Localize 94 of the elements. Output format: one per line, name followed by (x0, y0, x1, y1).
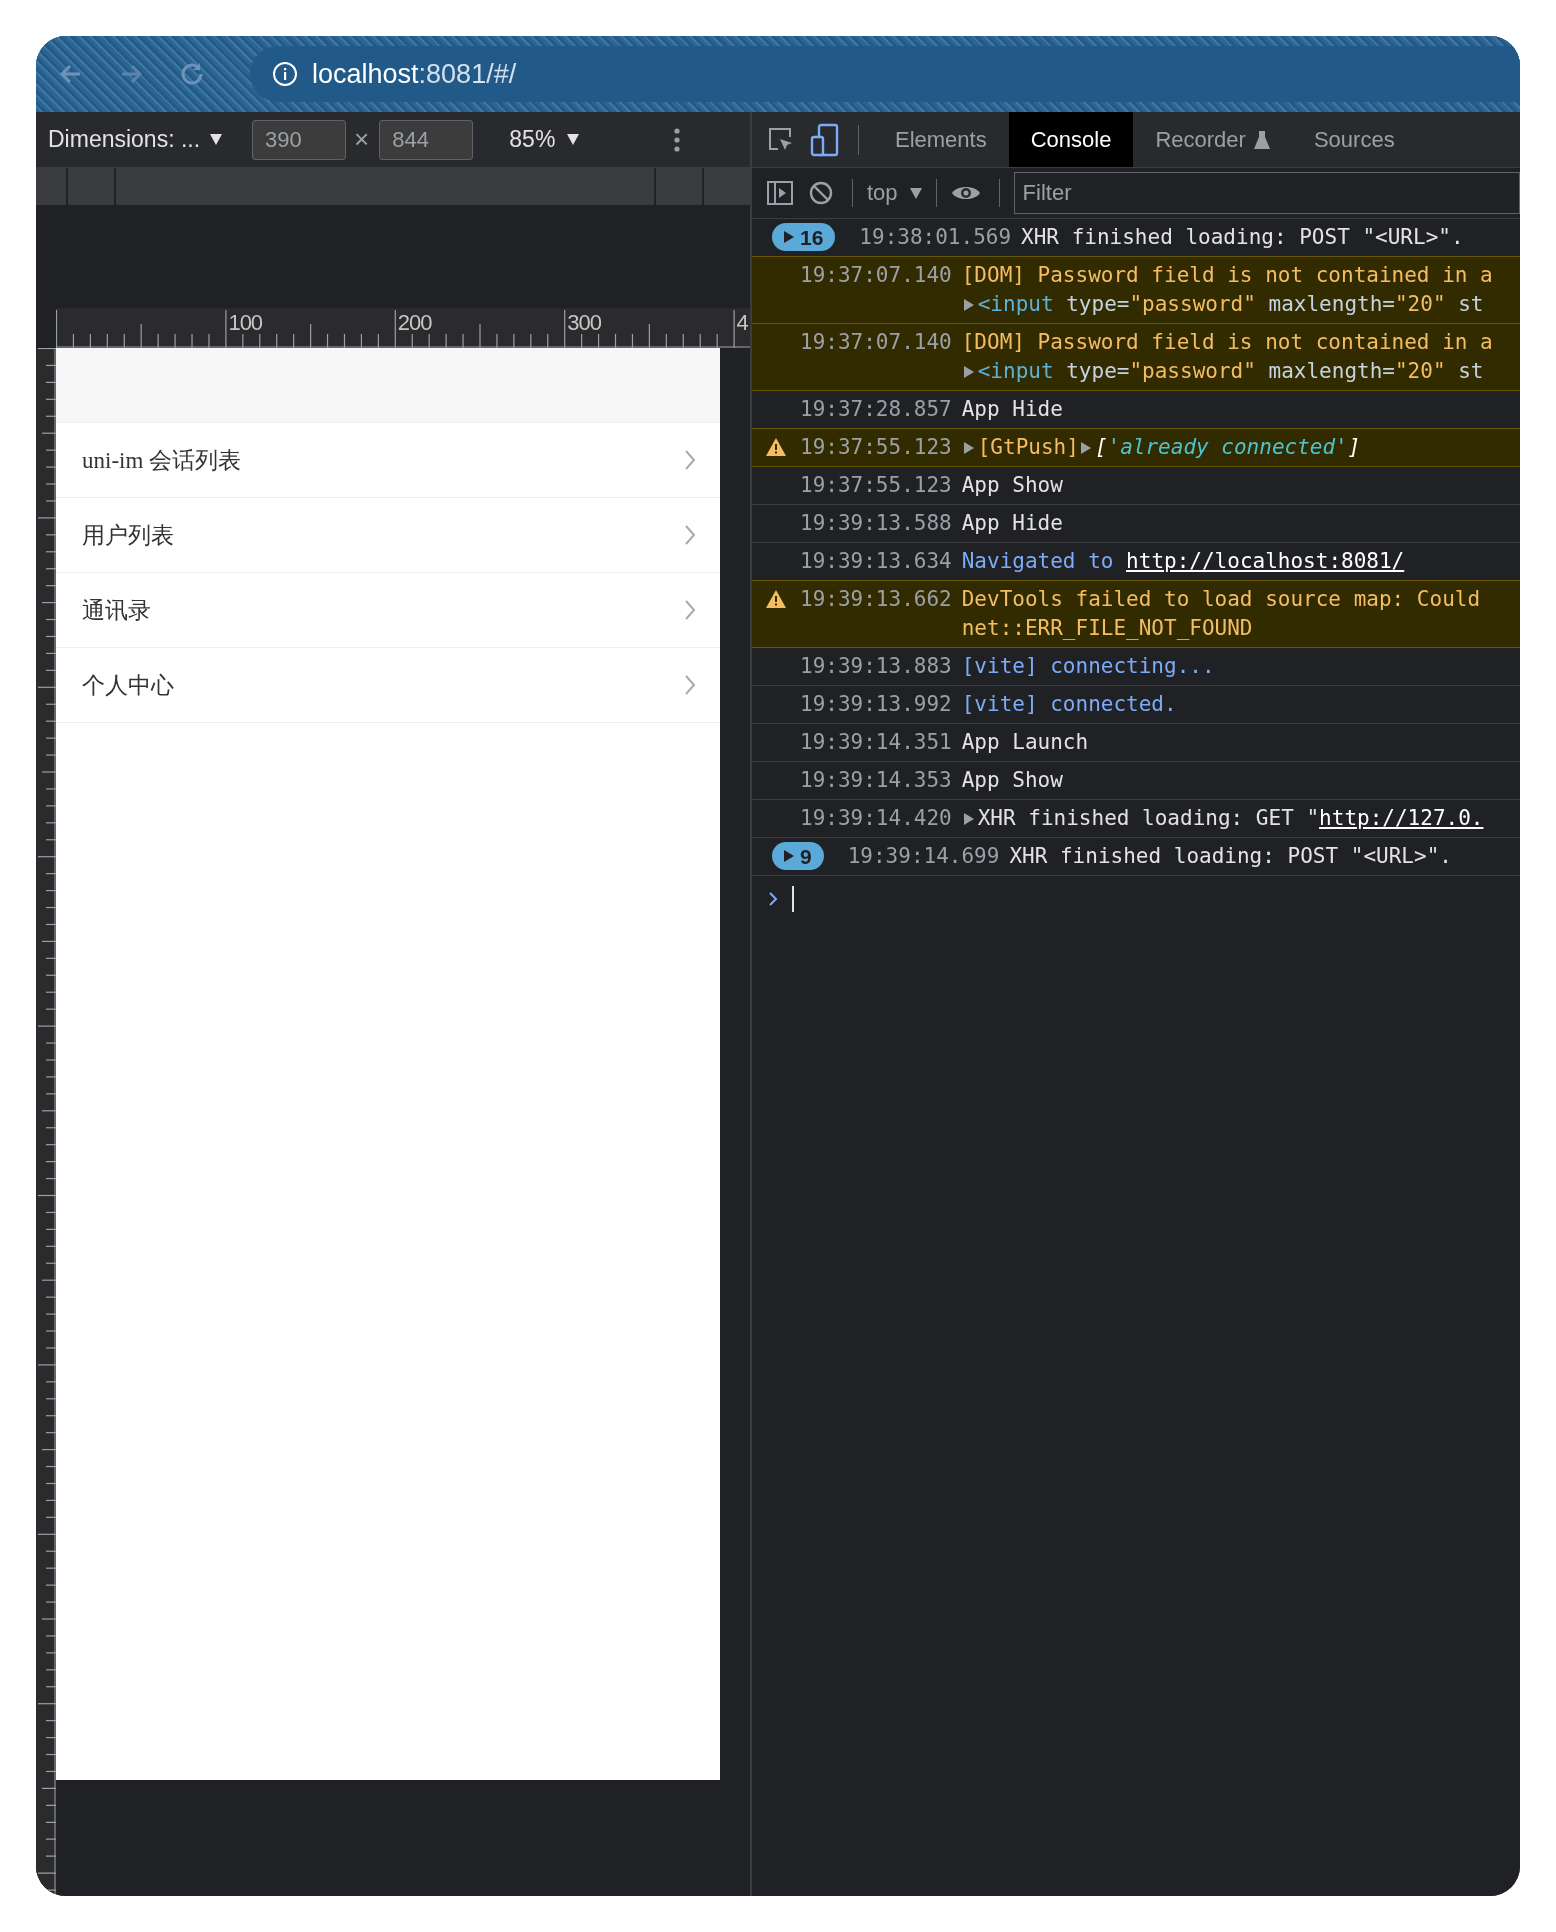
timestamp: 19:39:13.634 (800, 548, 952, 575)
timestamp: 19:39:13.588 (800, 510, 952, 537)
height-field[interactable]: 844 (379, 119, 474, 160)
width-field[interactable]: 390 (252, 119, 347, 160)
timestamp: 19:39:14.699 (847, 843, 1000, 870)
devtools-tab[interactable]: Recorder (1133, 112, 1292, 167)
attribute-text: maxlength= (1267, 291, 1395, 318)
ruler-label: 4 (736, 310, 748, 336)
attribute-text: type= (1065, 291, 1130, 318)
attribute-text: st (1457, 291, 1484, 318)
log-text: App Hide (961, 396, 1063, 423)
warning-text: net::ERR_FILE_NOT_FOUND (961, 615, 1253, 642)
chevron-right-icon (684, 674, 696, 696)
html-tag-text: <input (977, 291, 1054, 318)
context-dropdown[interactable]: top (867, 180, 922, 206)
expand-arrow-icon[interactable] (1080, 441, 1091, 454)
menu-item-label: 通讯录 (82, 596, 151, 625)
timestamp: 19:39:14.351 (800, 729, 952, 756)
log-text: Navigated to (961, 548, 1115, 575)
attribute-text: maxlength= (1267, 358, 1395, 385)
url-link[interactable]: http://127.0. (1319, 804, 1484, 833)
timestamp: 19:37:28.857 (800, 396, 952, 423)
ruler-label: 300 (567, 310, 601, 336)
log-text: App Show (961, 767, 1063, 794)
repeat-count-badge[interactable]: 9 (772, 842, 824, 870)
log-text: XHR finished loading: POST "<URL>". (1021, 224, 1464, 251)
url-link[interactable]: http://localhost:8081/ (1126, 547, 1405, 576)
dimensions-dropdown[interactable]: Dimensions: ... (48, 126, 223, 153)
more-options-icon[interactable] (673, 126, 682, 153)
timestamp: 19:38:01.569 (859, 224, 1012, 251)
devtools-tab[interactable]: Elements (873, 112, 1009, 167)
warning-text: [GtPush] (977, 434, 1079, 461)
timestamp: 19:37:07.140 (800, 262, 952, 289)
flask-icon (1253, 129, 1270, 150)
log-text: [vite] connected. (961, 691, 1177, 718)
timestamp: 19:37:55.123 (800, 472, 952, 499)
url-text: localhost (312, 58, 419, 90)
prompt-icon (768, 891, 778, 907)
timestamp: 19:37:55.123 (800, 434, 952, 461)
devtools-tab[interactable]: Console (1008, 112, 1134, 167)
attribute-value: "20" (1394, 291, 1446, 318)
menu-list-item[interactable]: 用户列表 (56, 498, 720, 573)
attribute-value: "password" (1129, 358, 1256, 385)
ruler-label: 200 (397, 310, 432, 336)
chevron-right-icon (684, 524, 696, 546)
expand-arrow-icon[interactable] (963, 441, 974, 454)
ruler-label: 100 (228, 310, 263, 336)
expand-arrow-icon[interactable] (963, 298, 974, 311)
expand-arrow-icon[interactable] (963, 812, 974, 825)
menu-list-item[interactable]: 通讯录 (56, 573, 720, 648)
log-text: XHR finished loading: POST "<URL>". (1009, 843, 1452, 870)
log-text: App Launch (961, 729, 1089, 756)
menu-list-item[interactable]: uni-im 会话列表 (56, 423, 720, 498)
menu-item-label: uni-im 会话列表 (82, 446, 242, 475)
attribute-text: st (1457, 358, 1484, 385)
log-text: App Show (961, 472, 1063, 499)
bracket-text: [ (1094, 434, 1108, 461)
bracket-text: ] (1347, 434, 1361, 461)
log-text: [vite] connecting... (961, 653, 1215, 680)
timestamp: 19:39:13.883 (800, 653, 952, 680)
html-tag-text: <input (977, 358, 1054, 385)
menu-list-item[interactable]: 个人中心 (56, 648, 720, 723)
warning-text: [DOM] Password field is not contained in a (961, 262, 1493, 289)
timestamp: 19:39:14.353 (800, 767, 952, 794)
warning-icon (766, 438, 786, 456)
device-toggle-icon[interactable] (810, 122, 840, 157)
log-text: XHR finished loading: GET " (977, 805, 1320, 832)
timestamp: 19:37:07.140 (800, 329, 952, 356)
timestamp: 19:39:14.420 (800, 805, 952, 832)
clear-console-icon[interactable] (808, 180, 834, 206)
address-bar[interactable]: localhost:8081/#/ (250, 46, 1520, 102)
log-text: App Hide (961, 510, 1063, 537)
expand-arrow-icon[interactable] (963, 365, 974, 378)
menu-item-label: 个人中心 (82, 671, 174, 700)
chevron-right-icon (684, 599, 696, 621)
attribute-text: type= (1065, 358, 1130, 385)
devtools-tab[interactable]: Sources (1291, 112, 1417, 167)
warning-text: [DOM] Password field is not contained in a (961, 329, 1493, 356)
sidebar-toggle-icon[interactable] (766, 180, 794, 206)
warning-icon (766, 590, 786, 608)
times-sign: × (354, 124, 370, 155)
warning-text: DevTools failed to load source map: Could (961, 586, 1481, 613)
attribute-value: "20" (1394, 358, 1446, 385)
timestamp: 19:39:13.992 (800, 691, 952, 718)
chevron-right-icon (684, 449, 696, 471)
attribute-value: "password" (1129, 291, 1256, 318)
string-value: 'already connected' (1107, 434, 1348, 461)
repeat-count-badge[interactable]: 16 (772, 223, 836, 251)
timestamp: 19:39:13.662 (800, 586, 952, 613)
filter-field[interactable]: Filter (1013, 172, 1520, 214)
info-icon[interactable] (272, 61, 298, 87)
menu-item-label: 用户列表 (82, 521, 174, 550)
url-path-text: :8081/#/ (418, 58, 517, 90)
zoom-dropdown[interactable]: 85% (509, 126, 580, 153)
